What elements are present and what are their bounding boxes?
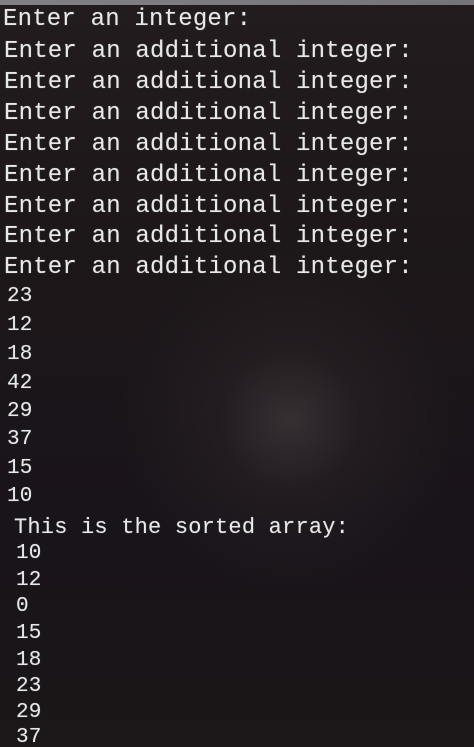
sorted-value: 12 [16, 569, 42, 592]
input-value: 37 [7, 428, 33, 451]
sorted-value: 29 [16, 701, 42, 724]
sorted-value: 37 [16, 726, 42, 747]
prompt-line: Enter an additional integer: [4, 100, 413, 127]
prompt-line: Enter an additional integer: [4, 193, 413, 220]
input-value: 12 [7, 314, 33, 337]
prompt-line: Enter an integer: [3, 6, 252, 33]
prompt-line: Enter an additional integer: [4, 254, 413, 281]
sorted-value: 15 [16, 622, 42, 645]
prompt-line: Enter an additional integer: [4, 223, 413, 250]
window-top-edge [0, 0, 474, 5]
prompt-line: Enter an additional integer: [4, 162, 413, 189]
input-value: 10 [7, 485, 33, 508]
input-value: 42 [7, 372, 33, 395]
input-value: 18 [7, 343, 33, 366]
input-value: 15 [7, 457, 33, 480]
sorted-value: 23 [16, 675, 42, 698]
prompt-line: Enter an additional integer: [4, 131, 413, 158]
sorted-value: 0 [16, 595, 29, 618]
prompt-line: Enter an additional integer: [4, 38, 413, 65]
terminal-window: Enter an integer: Enter an additional in… [0, 0, 474, 747]
prompt-line: Enter an additional integer: [4, 69, 413, 96]
sorted-value: 18 [16, 649, 42, 672]
sorted-array-heading: This is the sorted array: [14, 515, 350, 540]
input-value: 29 [7, 400, 33, 423]
sorted-value: 10 [16, 542, 42, 565]
input-value: 23 [7, 285, 33, 308]
